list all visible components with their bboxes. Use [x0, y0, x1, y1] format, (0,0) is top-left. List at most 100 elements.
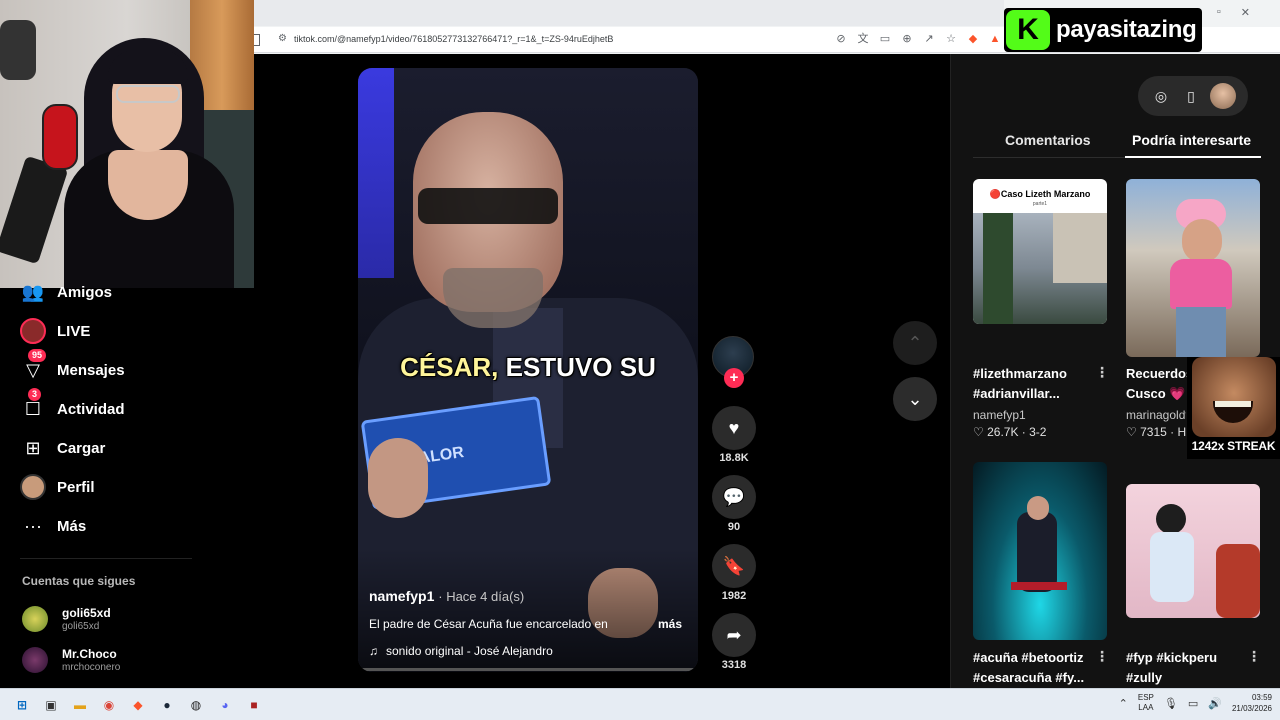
activity-badge: 3 [28, 388, 42, 401]
close-icon[interactable]: ✕ [1241, 6, 1250, 19]
upload-icon: ⊞ [25, 437, 41, 458]
network-icon[interactable]: ▭ [1188, 697, 1198, 710]
bookmark-icon: 🔖 [722, 555, 746, 576]
chevron-up-icon[interactable]: ⌃ [1119, 697, 1128, 710]
bookmark-icon[interactable]: ☆ [944, 32, 958, 46]
volume-icon[interactable]: 🔊 [1208, 697, 1222, 710]
sidebar-item-mensajes[interactable]: ▽ 95 Mensajes [18, 349, 125, 385]
windows-start-icon[interactable]: ⊞ [12, 695, 32, 715]
microphone-icon[interactable]: 🎙 [1164, 697, 1178, 710]
task-view-icon[interactable]: ▣ [41, 695, 61, 715]
music-note-icon: ♫ [369, 644, 378, 658]
video-sound[interactable]: ♫ sonido original - José Alejandro [369, 644, 553, 658]
share-count: 3318 [721, 659, 747, 671]
taskbar: ⊞ ▣ ▬ ◉ ◆ ● ◍ ◕ ■ ⌃ ESP LAA 🎙 ▭ 🔊 03:59 … [0, 688, 1280, 720]
url-text[interactable]: tiktok.com/@namefyp1/video/7618052773132… [294, 34, 613, 44]
share-icon[interactable]: ↗ [922, 32, 936, 46]
brave-icon[interactable]: ◆ [128, 695, 148, 715]
comment-count: 90 [727, 521, 741, 533]
sidebar-item-label: Mensajes [57, 361, 125, 379]
dota-icon[interactable]: ■ [244, 695, 264, 715]
maximize-icon[interactable]: ▫ [1217, 6, 1221, 19]
card-user[interactable]: namefyp1 [973, 408, 1107, 422]
left-sidebar: 👥 Amigos LIVE ▽ 95 Mensajes ☐ 3 Actividad … [0, 282, 254, 688]
card-thumbnail[interactable] [1126, 179, 1260, 357]
card-menu-icon[interactable]: ⋮ [1095, 648, 1109, 665]
chrome-icon[interactable]: ◉ [99, 695, 119, 715]
card-title-line2[interactable]: #zully [1126, 668, 1246, 688]
user-avatar[interactable] [1210, 83, 1236, 109]
sidebar-item-actividad[interactable]: ☐ 3 Actividad [18, 388, 125, 424]
sidebar-item-cargar[interactable]: ⊞ Cargar [18, 433, 105, 463]
brave-shields-icon[interactable]: ◆ [966, 32, 980, 46]
tab-podria-interesarte[interactable]: Podría interesarte [1132, 132, 1251, 148]
streak-emote [1192, 357, 1276, 437]
reader-icon[interactable]: ▭ [878, 32, 892, 46]
comment-button[interactable]: 💬 [712, 475, 756, 519]
card-title[interactable]: #acuña #betoortiz [973, 648, 1093, 668]
card-stats: ♡ 7315 · H [1126, 425, 1187, 439]
card-title[interactable]: #fyp #kickperu [1126, 648, 1246, 668]
sidebar-item-label: LIVE [57, 322, 91, 340]
following-name: goli65xd [62, 606, 111, 620]
sidebar-item-mas[interactable]: ··· Más [18, 511, 86, 541]
friends-icon: 👥 [21, 281, 45, 302]
keyboard-layout: LAA [1138, 703, 1154, 712]
following-handle: mrchoconero [62, 662, 121, 673]
more-button[interactable]: más [658, 617, 682, 631]
phone-icon[interactable]: ▯ [1180, 85, 1202, 107]
heart-icon: ♥ [728, 417, 740, 438]
brave-rewards-icon[interactable]: ▲ [988, 32, 1002, 46]
card-title-line2[interactable]: #adrianvillar... [973, 384, 1093, 404]
steam-icon[interactable]: ● [157, 695, 177, 715]
active-tab-indicator [1125, 156, 1261, 158]
sidebar-toggle-icon[interactable] [254, 34, 260, 46]
video-player[interactable]: VALOR CÉSAR, ESTUVO SU namefyp1 · Hace 4… [358, 68, 698, 672]
language-indicator[interactable]: ESP LAA [1138, 693, 1154, 713]
previous-video-button[interactable]: ⌃ [893, 321, 937, 365]
zoom-icon[interactable]: ⊕ [900, 32, 914, 46]
site-info-icon[interactable]: ⚙ [278, 33, 288, 45]
video-caption: CÉSAR, ESTUVO SU [358, 352, 698, 383]
compass-icon[interactable]: ◎ [1150, 85, 1172, 107]
card-title-line2[interactable]: #cesaracuña #fy... [973, 668, 1093, 688]
card-thumbnail[interactable] [1126, 484, 1260, 618]
sidebar-item-label: Perfil [57, 478, 95, 496]
card-user[interactable]: marinagoldt [1126, 408, 1186, 422]
sidebar-item-live[interactable]: LIVE [18, 316, 90, 346]
card-menu-icon[interactable]: ⋮ [1247, 648, 1261, 665]
follow-plus-icon[interactable]: + [724, 368, 744, 388]
more-icon: ··· [24, 515, 42, 536]
caption-text: ESTUVO SU [505, 352, 656, 382]
activity-icon: ☐ 3 [24, 388, 42, 419]
obs-icon[interactable]: ◍ [186, 695, 206, 715]
file-explorer-icon[interactable]: ▬ [70, 695, 90, 715]
video-progress[interactable] [358, 668, 698, 671]
clock[interactable]: 03:59 21/03/2026 [1232, 692, 1272, 714]
like-button[interactable]: ♥ [712, 406, 756, 450]
sidebar-item-amigos[interactable]: 👥 Amigos [18, 277, 112, 307]
next-video-button[interactable]: ⌄ [893, 377, 937, 421]
video-author[interactable]: namefyp1 · Hace 4 día(s) [369, 588, 524, 604]
author-name[interactable]: namefyp1 [369, 588, 434, 604]
card-title[interactable]: #lizethmarzano [973, 364, 1093, 384]
card-thumbnail[interactable] [973, 462, 1107, 640]
tab-comentarios[interactable]: Comentarios [1005, 132, 1091, 148]
profile-icon [18, 472, 48, 502]
video-description: El padre de César Acuña fue encarcelado … [369, 617, 608, 631]
share-button[interactable]: ➦ [712, 613, 756, 657]
following-item[interactable]: Mr.Choco mrchoconero [22, 643, 120, 677]
tracking-icon[interactable]: ⊘ [834, 32, 848, 46]
card-thumbnail[interactable]: 🔴Caso Lizeth Marzano parte1 [973, 179, 1107, 324]
sound-name[interactable]: sonido original - José Alejandro [386, 644, 553, 658]
translate-icon[interactable]: 文 [856, 32, 870, 46]
discord-icon[interactable]: ◕ [215, 695, 235, 715]
caption-highlight: CÉSAR, [400, 352, 499, 382]
following-title: Cuentas que sigues [22, 574, 136, 588]
following-item[interactable]: goli65xd goli65xd [22, 602, 111, 636]
sidebar-item-perfil[interactable]: Perfil [18, 472, 95, 502]
card-menu-icon[interactable]: ⋮ [1095, 364, 1109, 381]
save-button[interactable]: 🔖 [712, 544, 756, 588]
comment-icon: 💬 [722, 486, 746, 507]
chevron-up-icon: ⌃ [907, 332, 923, 353]
